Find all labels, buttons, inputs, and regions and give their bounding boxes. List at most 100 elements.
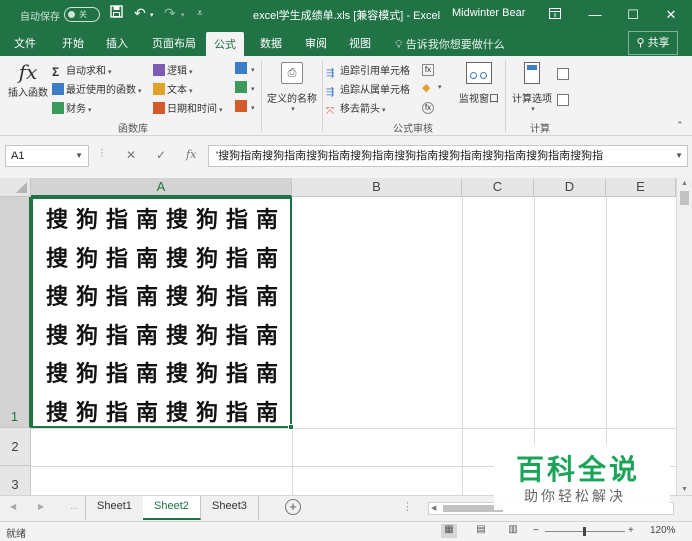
tab-splitter-icon[interactable]: ⋮ [402,500,413,513]
autosum-button[interactable]: Σ 自动求和 ▾ [52,62,112,79]
scroll-left-icon[interactable]: ◀ [431,504,436,512]
text-book-icon [153,83,165,95]
zoom-in-icon[interactable]: + [628,525,634,536]
math-button[interactable]: ▾ [235,81,255,94]
tab-page-layout[interactable]: 页面布局 [152,35,196,51]
financial-button[interactable]: 财务 ▾ [52,100,92,115]
tab-data[interactable]: 数据 [260,35,282,51]
select-all-button[interactable] [0,178,31,197]
datetime-button[interactable]: 日期和时间 ▾ [153,100,223,115]
calculate-sheet-icon[interactable] [557,94,571,107]
status-bar: 就绪 ▦ ▤ ▥ − + 120% [0,521,692,541]
calc-options-button[interactable]: 计算选项 ▾ [509,62,555,113]
group-separator [322,60,323,132]
watch-window-button[interactable]: 监视窗口 [456,62,502,105]
row-header-2[interactable]: 2 [0,428,31,466]
calculate-now-icon[interactable] [557,68,571,81]
autosave-toggle[interactable]: 关 [64,7,100,22]
share-button[interactable]: ⚲ 共享 [628,31,678,55]
more-sheets-icon[interactable]: … [70,502,78,511]
close-icon[interactable]: ✕ [658,4,684,26]
add-sheet-icon[interactable]: + [285,499,301,515]
tell-me-search[interactable]: 💡︎ 告诉我你想要做什么 [395,36,505,52]
cell-a1[interactable]: 搜狗指南搜狗指南 搜狗指南搜狗指南 搜狗指南搜狗指南 搜狗指南搜狗指南 搜狗指南… [31,197,294,430]
insert-function-button[interactable]: fx 插入函数 [6,60,50,99]
star-book-icon [52,83,64,95]
lookup-button[interactable]: ▾ [235,62,255,75]
cell-text-line: 搜狗指南搜狗指南 [46,399,287,426]
column-header-b[interactable]: B [292,178,462,197]
tab-home[interactable]: 开始 [62,35,84,51]
ribbon-display-icon[interactable] [542,4,568,26]
show-formulas-icon[interactable]: fx [422,62,436,76]
zoom-out-icon[interactable]: − [533,525,539,536]
row-header-1[interactable]: 1 [0,197,31,428]
chevron-down-icon[interactable]: ▼ [75,146,83,166]
enter-icon[interactable]: ✓ [156,148,166,162]
column-header-d[interactable]: D [534,178,606,197]
zoom-slider-thumb[interactable] [583,527,586,536]
remove-arrows-label: 移去箭头 [340,104,380,115]
defined-names-button[interactable]: ⎙ 定义的名称 ▾ [265,62,319,113]
gridline [462,197,463,495]
maximize-icon[interactable]: ☐ [620,4,646,26]
undo-icon[interactable]: ↶ [134,5,146,22]
page-layout-view-icon[interactable]: ▤ [473,524,489,538]
tab-file[interactable]: 文件 [14,35,36,51]
save-icon[interactable] [110,5,123,21]
logical-book-icon [153,64,165,76]
undo-dropdown-icon[interactable]: ▾ [150,11,154,19]
sheet-tab-sheet2[interactable]: Sheet2 [143,496,201,520]
tab-insert[interactable]: 插入 [106,35,128,51]
error-checking-icon[interactable]: ◆ ▾ [422,81,442,94]
calc-options-label: 计算选项 [512,94,552,105]
page-break-view-icon[interactable]: ▥ [505,524,521,538]
sheet-tab-sheet1[interactable]: Sheet1 [85,496,144,520]
sheet-next-icon[interactable]: ▶ [38,502,44,511]
insert-function-icon[interactable]: fx [186,148,196,161]
tab-view[interactable]: 视图 [349,35,371,51]
cell-text-line: 搜狗指南搜狗指南 [46,207,287,233]
formula-bar: A1 ▼ ⋮ ✕ ✓ fx '搜狗指南搜狗指南搜狗指南搜狗指南搜狗指南搜狗指南搜… [0,136,692,178]
logical-button[interactable]: 逻辑 ▾ [153,62,193,77]
cancel-icon[interactable]: ✕ [126,148,136,162]
group-label-formula-auditing: 公式审核 [393,124,433,135]
scroll-up-icon[interactable]: ▲ [677,180,692,187]
vertical-scrollbar[interactable]: ▲ ▼ [676,178,692,495]
customize-qat-icon[interactable]: ⩡ [197,8,203,19]
tab-formulas[interactable]: 公式 [206,32,244,56]
chevron-down-icon: ▾ [219,107,223,114]
zoom-level[interactable]: 120% [650,525,676,536]
name-box[interactable]: A1 ▼ [5,145,89,167]
column-header-a[interactable]: A [31,178,292,197]
trace-precedents-button[interactable]: ⇶ 追踪引用单元格 [326,62,410,80]
formula-input[interactable]: '搜狗指南搜狗指南搜狗指南搜狗指南搜狗指南搜狗指南搜狗指南搜狗指南搜狗指 ▼ [208,145,688,167]
expand-formula-icon[interactable]: ▼ [675,146,683,166]
evaluate-formula-icon[interactable]: fx [422,100,436,114]
sheet-tab-sheet3[interactable]: Sheet3 [201,496,259,520]
user-name[interactable]: Midwinter Bear [452,7,525,19]
fill-handle[interactable] [288,424,294,430]
redo-icon[interactable]: ↷ [164,5,176,22]
remove-arrows-button[interactable]: ⤧ 移去箭头 ▾ [326,100,386,118]
scroll-down-icon[interactable]: ▼ [677,486,692,493]
tab-review[interactable]: 审阅 [305,35,327,51]
recent-functions-button[interactable]: 最近使用的函数 ▾ [52,81,142,96]
sheet-prev-icon[interactable]: ◀ [10,502,16,511]
scroll-thumb[interactable] [680,191,689,205]
text-button[interactable]: 文本 ▾ [153,81,193,96]
minimize-icon[interactable]: — [582,4,608,26]
redo-dropdown-icon[interactable]: ▾ [181,11,185,19]
trace-dependents-button[interactable]: ⇶ 追踪从属单元格 [326,81,410,99]
tag-icon: ⎙ [281,62,303,84]
trace-dependents-label: 追踪从属单元格 [340,85,410,96]
lightbulb-icon: 💡︎ [395,39,403,51]
remove-arrows-icon: ⤧ [326,106,334,117]
column-header-e[interactable]: E [606,178,676,197]
row-header-3[interactable]: 3 [0,466,31,495]
collapse-ribbon-icon[interactable]: ⌃ [676,120,684,131]
more-functions-button[interactable]: ▾ [235,100,255,113]
normal-view-icon[interactable]: ▦ [441,524,457,538]
trace-dependents-icon: ⇶ [326,87,335,98]
column-header-c[interactable]: C [462,178,534,197]
